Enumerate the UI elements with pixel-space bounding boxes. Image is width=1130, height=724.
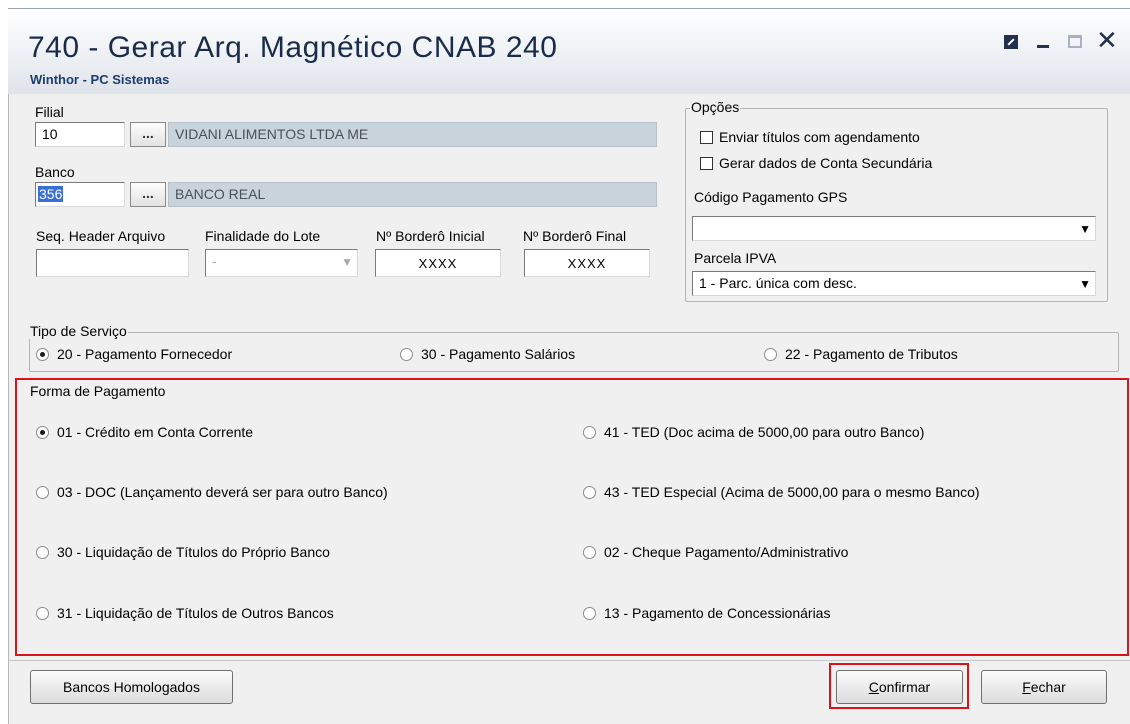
radio-pagamento-01[interactable]: 01 - Crédito em Conta Corrente xyxy=(36,424,253,440)
application-window: 740 - Gerar Arq. Magnético CNAB 240 Wint… xyxy=(0,0,1130,724)
radio-pagamento-03-label: 03 - DOC (Lançamento deverá ser para out… xyxy=(57,484,388,500)
radio-dot xyxy=(36,425,49,439)
radio-pagamento-03[interactable]: 03 - DOC (Lançamento deverá ser para out… xyxy=(36,484,388,500)
filial-code-input[interactable]: 10 xyxy=(35,122,125,147)
restore-button[interactable] xyxy=(1000,31,1022,53)
fechar-accel: F xyxy=(1022,679,1031,695)
seq-header-label: Seq. Header Arquivo xyxy=(36,228,166,244)
radio-pagamento-31-label: 31 - Liquidação de Títulos de Outros Ban… xyxy=(57,605,334,621)
maximize-button[interactable] xyxy=(1064,31,1086,53)
gerar-dados-checkbox[interactable]: Gerar dados de Conta Secundária xyxy=(700,155,932,171)
confirmar-label: onfirmar xyxy=(878,679,931,695)
window-subtitle: Winthor - PC Sistemas xyxy=(30,72,170,87)
radio-pagamento-13[interactable]: 13 - Pagamento de Concessionárias xyxy=(583,605,830,621)
banco-code-selected-text: 356 xyxy=(38,186,64,202)
tipo-servico-title: Tipo de Serviço xyxy=(29,323,128,339)
ipva-value: 1 - Parc. única com desc. xyxy=(699,275,857,291)
banco-name-field: BANCO REAL xyxy=(168,182,657,207)
restore-icon xyxy=(1004,35,1018,49)
gps-label: Código Pagamento GPS xyxy=(694,189,848,205)
radio-dot xyxy=(36,545,49,559)
finalidade-combo: - ▼ xyxy=(205,249,358,277)
checkbox-box xyxy=(700,130,713,144)
radio-servico-30-label: 30 - Pagamento Salários xyxy=(421,346,576,362)
ipva-combo[interactable]: 1 - Parc. única com desc. ▼ xyxy=(692,271,1096,296)
fechar-label: echar xyxy=(1030,679,1066,695)
radio-servico-22[interactable]: 22 - Pagamento de Tributos xyxy=(764,346,958,362)
bordero-inicial-label: Nº Borderô Inicial xyxy=(376,228,485,244)
close-icon: ✕ xyxy=(1096,25,1118,55)
radio-dot xyxy=(764,347,777,361)
seq-header-input[interactable] xyxy=(36,249,189,277)
banco-label: Banco xyxy=(35,164,75,180)
radio-pagamento-41-label: 41 - TED (Doc acima de 5000,00 para outr… xyxy=(604,424,925,440)
radio-pagamento-30[interactable]: 30 - Liquidação de Títulos do Próprio Ba… xyxy=(36,544,330,560)
radio-dot xyxy=(36,606,49,620)
radio-dot xyxy=(583,425,596,439)
radio-pagamento-43[interactable]: 43 - TED Especial (Acima de 5000,00 para… xyxy=(583,484,980,500)
radio-servico-20-label: 20 - Pagamento Fornecedor xyxy=(57,346,233,362)
opcoes-title: Opções xyxy=(690,99,741,115)
radio-pagamento-02[interactable]: 02 - Cheque Pagamento/Administrativo xyxy=(583,544,848,560)
radio-dot xyxy=(36,485,49,499)
radio-pagamento-41[interactable]: 41 - TED (Doc acima de 5000,00 para outr… xyxy=(583,424,924,440)
bordero-final-label: Nº Borderô Final xyxy=(523,228,627,244)
radio-pagamento-02-label: 02 - Cheque Pagamento/Administrativo xyxy=(604,544,849,560)
enviar-titulos-checkbox[interactable]: Enviar títulos com agendamento xyxy=(700,129,920,145)
radio-dot xyxy=(583,545,596,559)
forma-pagamento-title: Forma de Pagamento xyxy=(30,383,166,399)
checkbox-box xyxy=(700,156,713,170)
filial-lookup-button[interactable]: ... xyxy=(130,122,166,147)
window-controls: ✕ xyxy=(1000,27,1118,53)
radio-servico-30[interactable]: 30 - Pagamento Salários xyxy=(400,346,575,362)
chevron-down-icon: ▼ xyxy=(341,255,353,269)
window-title: 740 - Gerar Arq. Magnético CNAB 240 xyxy=(28,31,558,64)
title-bar[interactable]: 740 - Gerar Arq. Magnético CNAB 240 Wint… xyxy=(8,8,1130,94)
chevron-down-icon: ▼ xyxy=(1079,277,1091,291)
close-button[interactable]: ✕ xyxy=(1096,27,1118,53)
finalidade-label: Finalidade do Lote xyxy=(205,228,321,244)
maximize-icon xyxy=(1068,35,1082,48)
radio-dot xyxy=(583,485,596,499)
banco-code-input[interactable]: 356 xyxy=(35,182,125,207)
radio-dot xyxy=(583,606,596,620)
radio-pagamento-13-label: 13 - Pagamento de Concessionárias xyxy=(604,605,831,621)
ipva-label: Parcela IPVA xyxy=(694,250,777,266)
form-body: Filial 10 ... VIDANI ALIMENTOS LTDA ME B… xyxy=(8,94,1130,724)
radio-dot xyxy=(400,347,413,361)
bordero-inicial-input[interactable]: XXXX xyxy=(375,249,501,277)
chevron-down-icon: ▼ xyxy=(1079,222,1091,236)
minimize-button[interactable] xyxy=(1032,31,1054,53)
tipo-servico-group: Tipo de Serviço 20 - Pagamento Fornecedo… xyxy=(29,323,1119,372)
radio-pagamento-43-label: 43 - TED Especial (Acima de 5000,00 para… xyxy=(604,484,980,500)
filial-name-field: VIDANI ALIMENTOS LTDA ME xyxy=(168,122,657,147)
bancos-homologados-button[interactable]: Bancos Homologados xyxy=(30,670,233,704)
filial-label: Filial xyxy=(35,104,64,120)
fechar-button[interactable]: Fechar xyxy=(981,670,1107,704)
confirmar-accel: C xyxy=(868,679,879,695)
enviar-titulos-label: Enviar títulos com agendamento xyxy=(719,129,920,145)
finalidade-value: - xyxy=(212,253,217,269)
radio-pagamento-30-label: 30 - Liquidação de Títulos do Próprio Ba… xyxy=(57,544,330,560)
radio-dot xyxy=(36,347,49,361)
radio-servico-20[interactable]: 20 - Pagamento Fornecedor xyxy=(36,346,232,362)
bordero-final-input[interactable]: XXXX xyxy=(524,249,650,277)
banco-lookup-button[interactable]: ... xyxy=(130,182,166,207)
confirmar-button[interactable]: Confirmar xyxy=(836,670,963,704)
opcoes-group: Opções Enviar títulos com agendamento Ge… xyxy=(685,99,1108,302)
minimize-icon xyxy=(1037,45,1049,48)
gerar-dados-label: Gerar dados de Conta Secundária xyxy=(719,155,933,171)
gps-combo[interactable]: ▼ xyxy=(692,216,1096,241)
forma-pagamento-group: Forma de Pagamento 01 - Crédito em Conta… xyxy=(29,383,1119,649)
radio-pagamento-31[interactable]: 31 - Liquidação de Títulos de Outros Ban… xyxy=(36,605,334,621)
radio-pagamento-01-label: 01 - Crédito em Conta Corrente xyxy=(57,424,254,440)
footer-separator xyxy=(9,660,1130,661)
radio-servico-22-label: 22 - Pagamento de Tributos xyxy=(785,346,958,362)
